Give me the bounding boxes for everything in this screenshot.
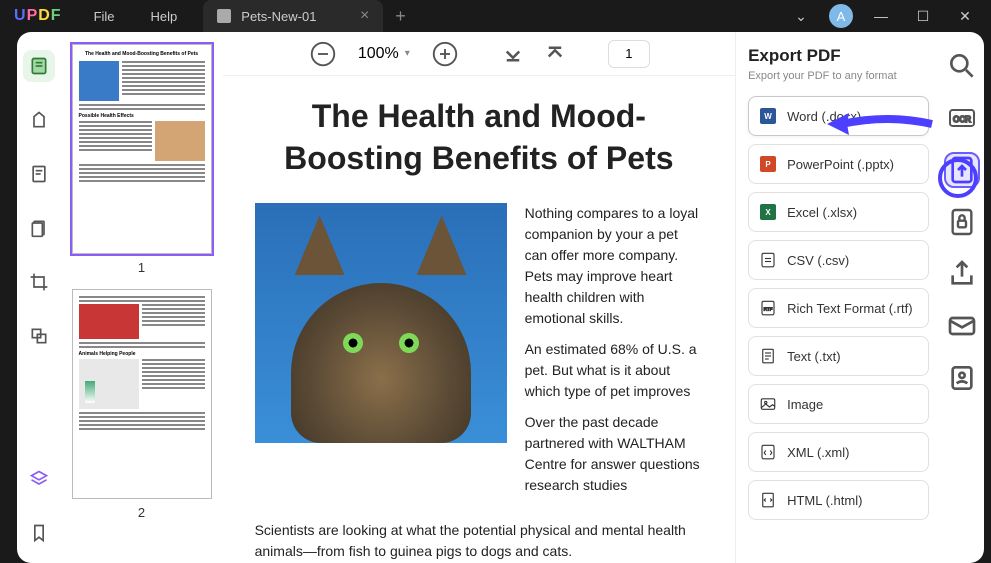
word-icon: W <box>759 107 777 125</box>
menu-help[interactable]: Help <box>133 9 196 24</box>
document-tab[interactable]: Pets-New-01 × <box>203 0 383 32</box>
new-tab-button[interactable]: + <box>395 6 406 27</box>
export-option-html[interactable]: HTML (.html) <box>748 480 929 520</box>
text-icon <box>759 347 777 365</box>
email-button[interactable] <box>946 310 978 342</box>
document-page[interactable]: The Health and Mood-Boosting Benefits of… <box>223 76 735 563</box>
crop-tool[interactable] <box>23 266 55 298</box>
export-button[interactable] <box>946 154 978 186</box>
chevron-down-icon[interactable]: ⌄ <box>787 8 815 25</box>
zoom-out-button[interactable] <box>308 39 338 69</box>
bookmark-tool[interactable] <box>23 517 55 549</box>
form-button[interactable] <box>946 362 978 394</box>
app-logo: UPDF <box>0 7 76 25</box>
viewer-toolbar: 100% ▾ <box>223 32 735 76</box>
tab-favicon <box>217 9 231 23</box>
edit-tool[interactable] <box>23 158 55 190</box>
caret-down-icon: ▾ <box>405 48 410 59</box>
export-option-image[interactable]: Image <box>748 384 929 424</box>
right-tool-sidebar: OCR <box>941 32 985 563</box>
excel-icon: X <box>759 203 777 221</box>
export-option-word[interactable]: W Word (.docx) <box>748 96 929 136</box>
page-number-input[interactable] <box>608 40 650 68</box>
export-option-xml[interactable]: XML (.xml) <box>748 432 929 472</box>
tab-close-icon[interactable]: × <box>360 7 369 25</box>
menu-file[interactable]: File <box>76 9 133 24</box>
organize-tool[interactable] <box>23 212 55 244</box>
window-minimize-button[interactable]: — <box>867 8 895 24</box>
export-option-text[interactable]: Text (.txt) <box>748 336 929 376</box>
tab-title: Pets-New-01 <box>241 9 316 24</box>
powerpoint-icon: P <box>759 155 777 173</box>
reader-tool[interactable] <box>23 50 55 82</box>
document-body-text: Scientists are looking at what the poten… <box>255 520 703 562</box>
export-option-powerpoint[interactable]: P PowerPoint (.pptx) <box>748 144 929 184</box>
csv-icon <box>759 251 777 269</box>
protect-button[interactable] <box>946 206 978 238</box>
highlight-tool[interactable] <box>23 104 55 136</box>
document-body-text: Nothing compares to a loyal companion by… <box>525 203 703 506</box>
titlebar: UPDF File Help Pets-New-01 × + ⌄ A — ☐ ✕ <box>0 0 991 32</box>
user-avatar[interactable]: A <box>829 4 853 28</box>
ocr-button[interactable]: OCR <box>946 102 978 134</box>
page-down-button[interactable] <box>498 39 528 69</box>
window-close-button[interactable]: ✕ <box>951 8 979 25</box>
window-maximize-button[interactable]: ☐ <box>909 8 937 25</box>
document-image-cat <box>255 203 507 443</box>
page-thumbnail[interactable]: The Health and Mood-Boosting Benefits of… <box>68 44 214 275</box>
svg-text:OCR: OCR <box>954 115 972 124</box>
svg-text:RTF: RTF <box>764 306 773 311</box>
thumbnails-panel: The Health and Mood-Boosting Benefits of… <box>60 32 222 563</box>
export-panel-subtitle: Export your PDF to any format <box>748 70 929 82</box>
zoom-select[interactable]: 100% ▾ <box>350 41 418 67</box>
page-thumbnail[interactable]: Animals Helping People 2 <box>68 289 214 520</box>
left-tool-sidebar <box>17 32 61 563</box>
zoom-in-button[interactable] <box>430 39 460 69</box>
rtf-icon: RTF <box>759 299 777 317</box>
page-up-button[interactable] <box>540 39 570 69</box>
html-icon <box>759 491 777 509</box>
export-option-excel[interactable]: X Excel (.xlsx) <box>748 192 929 232</box>
main-document-area: 100% ▾ The Health and Mood-Boosting Bene… <box>223 32 735 563</box>
layers-tool[interactable] <box>23 463 55 495</box>
export-panel-title: Export PDF <box>748 46 929 66</box>
compare-tool[interactable] <box>23 320 55 352</box>
image-icon <box>759 395 777 413</box>
export-option-rtf[interactable]: RTF Rich Text Format (.rtf) <box>748 288 929 328</box>
share-button[interactable] <box>946 258 978 290</box>
export-option-csv[interactable]: CSV (.csv) <box>748 240 929 280</box>
search-button[interactable] <box>946 50 978 82</box>
export-pdf-panel: Export PDF Export your PDF to any format… <box>735 32 941 563</box>
document-title: The Health and Mood-Boosting Benefits of… <box>255 96 703 179</box>
xml-icon <box>759 443 777 461</box>
